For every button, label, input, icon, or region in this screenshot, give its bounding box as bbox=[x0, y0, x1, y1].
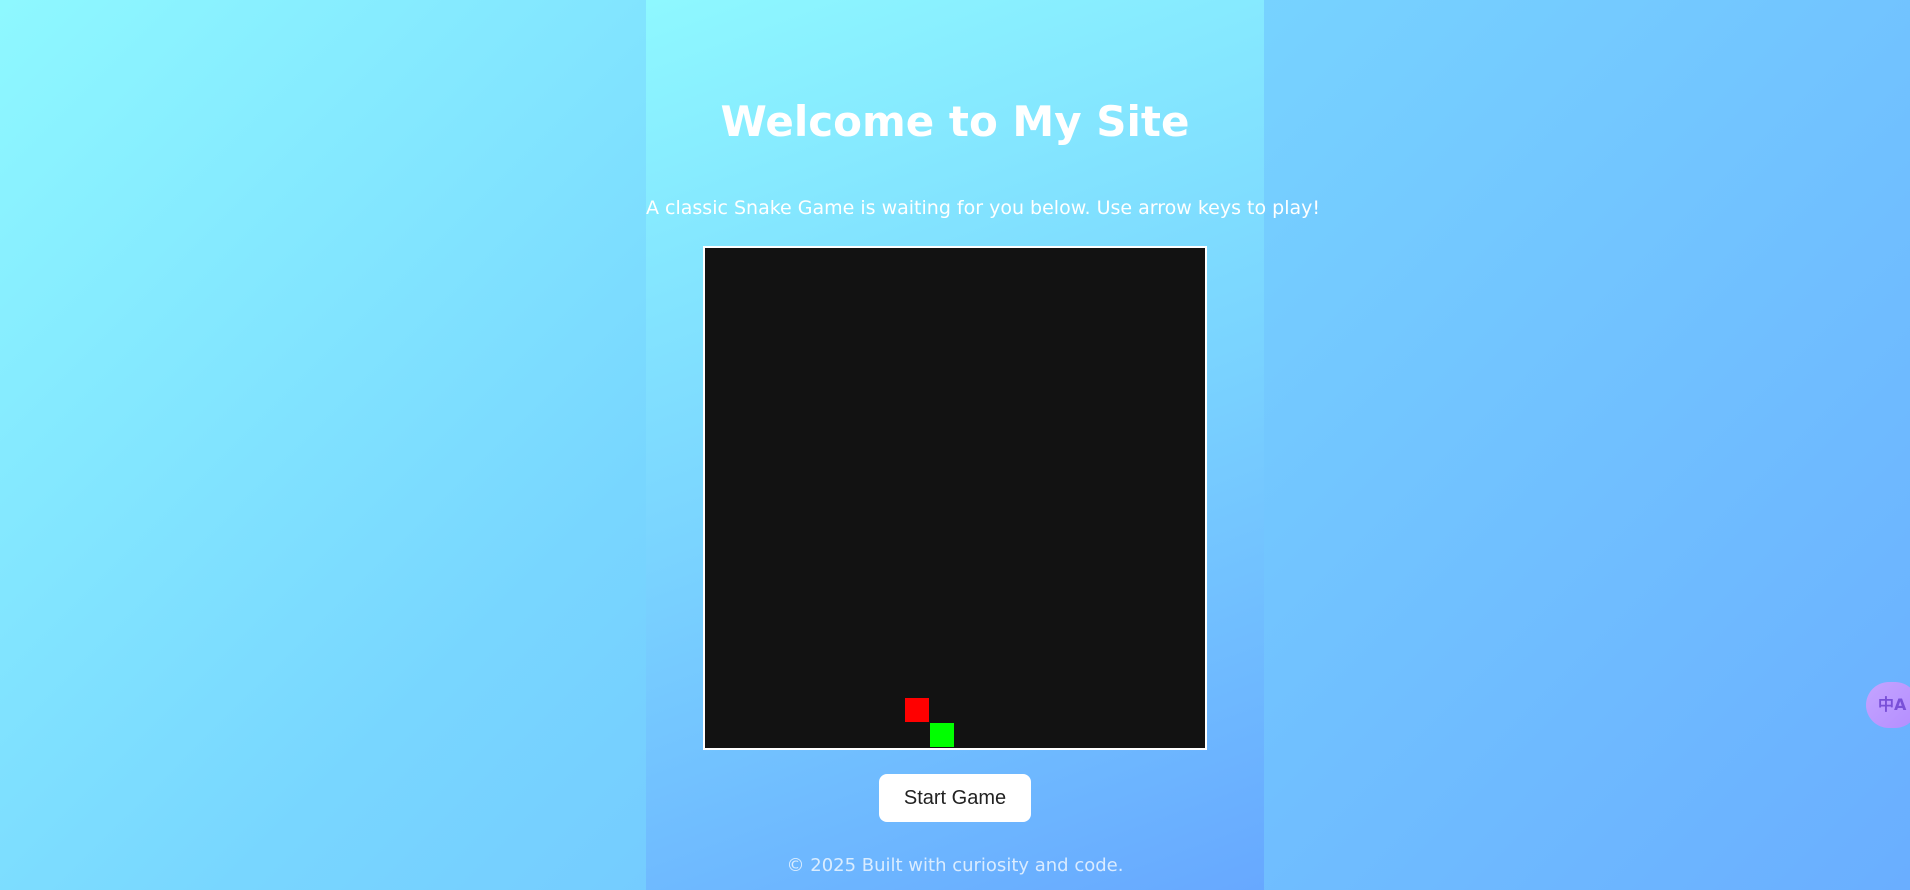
snake-game-canvas[interactable] bbox=[703, 246, 1207, 750]
page-title: Welcome to My Site bbox=[720, 97, 1190, 146]
start-game-button[interactable]: Start Game bbox=[879, 774, 1031, 822]
food-cell bbox=[905, 698, 929, 722]
page: Welcome to My Site A classic Snake Game … bbox=[0, 0, 1910, 890]
translate-icon[interactable]: 中A bbox=[1866, 682, 1910, 728]
footer-text: © 2025 Built with curiosity and code. bbox=[786, 855, 1124, 876]
snake-head bbox=[930, 723, 954, 747]
main-content: Welcome to My Site A classic Snake Game … bbox=[646, 0, 1320, 890]
page-subtitle: A classic Snake Game is waiting for you … bbox=[646, 197, 1320, 219]
